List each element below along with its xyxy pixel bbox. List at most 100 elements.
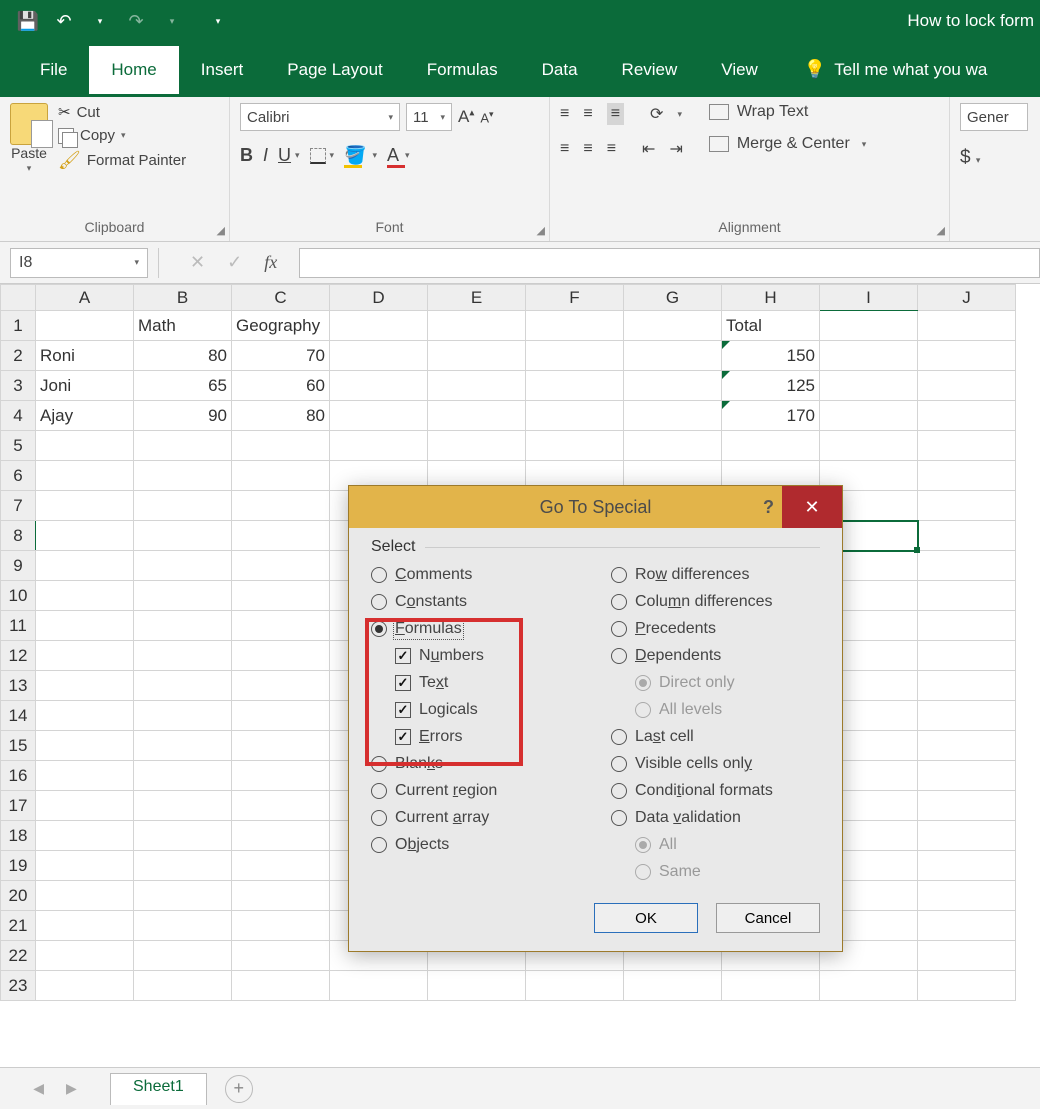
cell[interactable] [428, 971, 526, 1001]
cell[interactable] [918, 971, 1016, 1001]
number-format-combo[interactable]: Gener [960, 103, 1028, 131]
cell[interactable] [232, 731, 330, 761]
dialog-help-icon[interactable]: ? [763, 497, 774, 518]
undo-icon[interactable]: ↶ [48, 5, 80, 37]
column-header[interactable]: H [722, 285, 820, 311]
cell[interactable]: 60 [232, 371, 330, 401]
cell[interactable] [36, 311, 134, 341]
cell[interactable] [36, 461, 134, 491]
cell[interactable] [36, 791, 134, 821]
row-header[interactable]: 7 [1, 491, 36, 521]
row-header[interactable]: 15 [1, 731, 36, 761]
cell[interactable] [918, 791, 1016, 821]
cell[interactable] [232, 881, 330, 911]
cell[interactable] [918, 431, 1016, 461]
option-row-differences[interactable]: Row differences [611, 566, 773, 584]
tab-view[interactable]: View [699, 46, 780, 94]
column-header[interactable]: E [428, 285, 526, 311]
cell[interactable] [36, 761, 134, 791]
cell[interactable] [526, 401, 624, 431]
row-header[interactable]: 14 [1, 701, 36, 731]
align-top-icon[interactable]: ≡ [560, 105, 569, 123]
font-size-combo[interactable]: 11▾ [406, 103, 452, 131]
cell[interactable] [232, 851, 330, 881]
column-header[interactable]: D [330, 285, 428, 311]
cell[interactable] [624, 431, 722, 461]
cell[interactable] [428, 431, 526, 461]
decrease-indent-icon[interactable]: ⇤ [642, 139, 655, 159]
option-data-validation[interactable]: Data validation [611, 809, 773, 827]
tab-home[interactable]: Home [89, 46, 178, 94]
cell[interactable]: 125 [722, 371, 820, 401]
cell[interactable] [918, 821, 1016, 851]
cancel-formula-icon[interactable]: ✕ [190, 252, 205, 273]
cell[interactable] [134, 821, 232, 851]
redo-dropdown-icon[interactable]: ▾ [156, 5, 188, 37]
cell[interactable] [36, 941, 134, 971]
font-name-combo[interactable]: Calibri▾ [240, 103, 400, 131]
sheet-prev-icon[interactable]: ◀ [33, 1080, 44, 1097]
checkbox-text[interactable]: Text [395, 674, 581, 692]
row-header[interactable]: 23 [1, 971, 36, 1001]
cell[interactable] [918, 761, 1016, 791]
row-header[interactable]: 12 [1, 641, 36, 671]
copy-button[interactable]: Copy▾ [58, 127, 186, 144]
cell[interactable] [918, 641, 1016, 671]
save-icon[interactable]: 💾 [12, 5, 44, 37]
cell[interactable] [36, 551, 134, 581]
cell[interactable] [428, 311, 526, 341]
cell[interactable] [624, 311, 722, 341]
tab-file[interactable]: File [18, 46, 89, 94]
cell[interactable] [36, 671, 134, 701]
cell[interactable] [330, 431, 428, 461]
cell[interactable] [918, 881, 1016, 911]
row-header[interactable]: 20 [1, 881, 36, 911]
cell[interactable]: 70 [232, 341, 330, 371]
paste-button[interactable]: Paste ▾ [10, 103, 48, 174]
ok-button[interactable]: OK [594, 903, 698, 933]
cell[interactable] [36, 731, 134, 761]
cell[interactable] [820, 311, 918, 341]
italic-button[interactable]: I [263, 145, 268, 166]
tab-formulas[interactable]: Formulas [405, 46, 520, 94]
cell[interactable]: Joni [36, 371, 134, 401]
align-left-icon[interactable]: ≡ [560, 140, 569, 158]
cell[interactable] [232, 941, 330, 971]
row-header[interactable]: 1 [1, 311, 36, 341]
cell[interactable] [134, 461, 232, 491]
alignment-dialog-launcher-icon[interactable]: ◢ [937, 224, 945, 237]
bold-button[interactable]: B [240, 145, 253, 166]
cell[interactable] [918, 521, 1016, 551]
borders-icon[interactable] [310, 148, 326, 164]
cell[interactable] [36, 971, 134, 1001]
cell[interactable] [918, 731, 1016, 761]
cell[interactable] [134, 941, 232, 971]
cell[interactable] [624, 401, 722, 431]
align-center-icon[interactable]: ≡ [583, 140, 592, 158]
sheet-tab-1[interactable]: Sheet1 [110, 1073, 207, 1105]
cell[interactable] [330, 971, 428, 1001]
cell[interactable] [134, 551, 232, 581]
cell[interactable] [36, 491, 134, 521]
merge-center-button[interactable]: Merge & Center▾ [709, 135, 866, 153]
underline-button[interactable]: U [278, 145, 291, 166]
undo-dropdown-icon[interactable]: ▾ [84, 5, 116, 37]
column-header[interactable]: B [134, 285, 232, 311]
row-header[interactable]: 13 [1, 671, 36, 701]
row-header[interactable]: 6 [1, 461, 36, 491]
cell[interactable] [918, 851, 1016, 881]
cell[interactable] [918, 611, 1016, 641]
increase-font-icon[interactable]: A▴ [458, 107, 474, 127]
select-all-corner[interactable] [1, 285, 36, 311]
cell[interactable] [526, 971, 624, 1001]
column-header[interactable]: J [918, 285, 1016, 311]
cell[interactable] [232, 551, 330, 581]
cell[interactable] [134, 701, 232, 731]
column-header[interactable]: I [820, 285, 918, 311]
option-conditional-formats[interactable]: Conditional formats [611, 782, 773, 800]
cell[interactable] [232, 611, 330, 641]
option-current-array[interactable]: Current array [371, 809, 581, 827]
cell[interactable] [918, 401, 1016, 431]
align-right-icon[interactable]: ≡ [607, 140, 616, 158]
cell[interactable] [36, 821, 134, 851]
